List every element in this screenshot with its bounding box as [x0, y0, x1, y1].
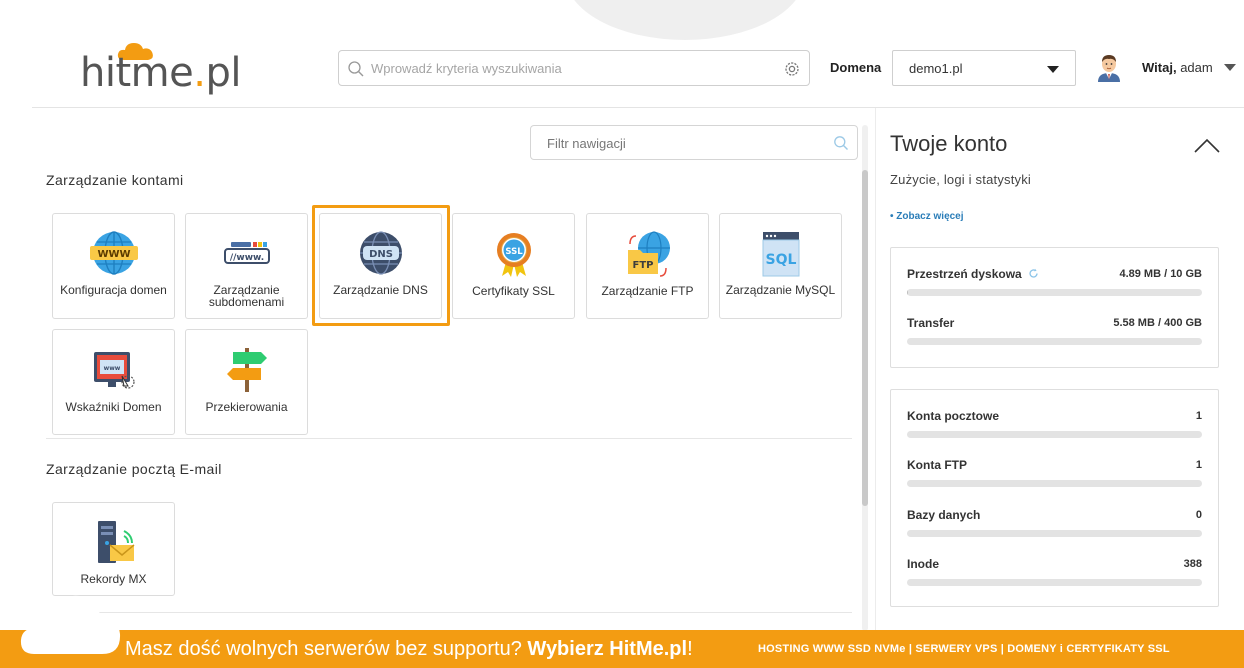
account-subtitle: Zużycie, logi i statystyki [890, 172, 1032, 187]
tile-label: Przekierowania [205, 400, 288, 414]
tile-label: Zarządzanie FTP [601, 284, 694, 298]
domain-pointer-icon: www [93, 352, 135, 389]
tile-label: Zarządzanie MySQL [725, 283, 836, 297]
account-title: Twoje konto [890, 131, 1008, 156]
stat-name-text: Przestrzeń dyskowa [907, 267, 1022, 281]
search-box [338, 50, 810, 86]
www-globe-icon: WWW [89, 231, 138, 275]
nav-filter [530, 125, 858, 160]
stat-value: 0 [1195, 509, 1202, 521]
stat-value: 1 [1195, 459, 1202, 471]
greeting-bold: Witaj, [1142, 60, 1177, 75]
tile-label: Wskaźniki Domen [65, 400, 162, 414]
panel-divider [875, 108, 876, 630]
stat-value: 5.58 MB / 400 GB [1113, 317, 1202, 329]
stat-name: Przestrzeń dyskowa [907, 267, 1039, 281]
see-more-link[interactable]: • Zobacz więcej [890, 211, 964, 222]
tile-mx-records[interactable]: Rekordy MX [52, 502, 175, 596]
section-divider [46, 612, 852, 613]
search-input[interactable] [371, 57, 771, 79]
subdomain-icon: //www. [223, 242, 270, 264]
domain-select[interactable]: demo1.pl [892, 50, 1076, 86]
stat-ftp-accounts: Konta FTP 1 [907, 458, 1202, 498]
progress-bar [907, 480, 1202, 487]
stat-name: Konta FTP [907, 458, 967, 472]
section-title-accounts: Zarządzanie kontami [46, 172, 184, 188]
logo-text: hitme.pl [80, 50, 241, 96]
section-divider [46, 438, 852, 439]
tile-label: Rekordy MX [80, 572, 147, 586]
progress-bar [907, 431, 1202, 438]
stat-disk-space: Przestrzeń dyskowa 4.89 MB / 10 GB [907, 267, 1202, 307]
progress-bar [907, 338, 1202, 345]
tile-ssl[interactable]: SSL Certyfikaty SSL [452, 213, 575, 319]
ftp-folder-icon: FTP [627, 231, 670, 277]
tile-domain-config[interactable]: WWW Konfiguracja domen [52, 213, 175, 319]
ssl-badge-icon: SSL [496, 233, 531, 277]
nav-filter-input[interactable] [547, 134, 817, 152]
progress-bar [907, 579, 1202, 586]
domain-select-value: demo1.pl [909, 61, 963, 76]
signpost-icon [226, 348, 267, 392]
tile-subdomains[interactable]: //www. Zarządzanie subdomenami [185, 213, 308, 319]
stat-name: Bazy danych [907, 508, 981, 522]
svg-text:FTP: FTP [632, 260, 653, 271]
selection-highlight [312, 205, 450, 326]
tile-label: Certyfikaty SSL [472, 284, 555, 298]
stat-name: Transfer [907, 316, 955, 330]
stat-name: Konta pocztowe [907, 409, 999, 423]
tile-redirects[interactable]: Przekierowania [185, 329, 308, 435]
tile-label: Zarządzanie subdomenami [208, 283, 285, 309]
promo-message[interactable]: Masz dość wolnych serwerów bez supportu?… [125, 638, 693, 661]
usage-card: Przestrzeń dyskowa 4.89 MB / 10 GB Trans… [890, 247, 1219, 368]
logo-tail: pl [205, 50, 241, 96]
svg-text://www.: //www. [229, 253, 263, 263]
header-divider [32, 107, 1244, 108]
promo-text: Masz dość wolnych serwerów bez supportu? [125, 638, 522, 660]
avatar[interactable] [1096, 52, 1122, 82]
refresh-icon[interactable] [1028, 268, 1039, 279]
header: hitme.pl Domena demo1.pl [0, 0, 1244, 108]
stat-inode: Inode 388 [907, 557, 1202, 597]
progress-bar [907, 289, 1202, 296]
svg-text:SSL: SSL [505, 247, 523, 257]
stat-mail-accounts: Konta pocztowe 1 [907, 409, 1202, 449]
promo-suffix: ! [687, 638, 693, 660]
stat-value: 388 [1183, 558, 1202, 570]
progress-bar [907, 530, 1202, 537]
domain-label: Domena [830, 60, 882, 75]
counts-card: Konta pocztowe 1 Konta FTP 1 Bazy danych… [890, 389, 1219, 607]
username: adam [1180, 60, 1213, 75]
stat-databases: Bazy danych 0 [907, 508, 1202, 548]
logo-main: hitme [80, 50, 194, 96]
search-icon [834, 136, 848, 150]
stat-value: 4.89 MB / 10 GB [1119, 268, 1202, 280]
user-menu-chevron-icon[interactable] [1224, 64, 1236, 71]
tile-domain-pointers[interactable]: www Wskaźniki Domen [52, 329, 175, 435]
gear-icon[interactable] [783, 60, 801, 78]
sql-database-icon: SQL [762, 232, 799, 277]
chevron-down-icon [1047, 66, 1059, 73]
search-icon [348, 61, 364, 77]
svg-text:WWW: WWW [97, 249, 130, 260]
cloud-icon [20, 595, 121, 654]
chevron-up-icon[interactable] [1194, 137, 1220, 153]
promo-links[interactable]: HOSTING WWW SSD NVMe | SERWERY VPS | DOM… [758, 643, 1170, 655]
tile-label: Konfiguracja domen [60, 283, 167, 297]
logo[interactable]: hitme.pl [80, 40, 241, 100]
tile-ftp[interactable]: FTP Zarządzanie FTP [586, 213, 709, 319]
scrollbar-thumb[interactable] [862, 170, 868, 506]
section-title-email: Zarządzanie pocztą E-mail [46, 461, 222, 477]
stat-value: 1 [1195, 410, 1202, 422]
tile-mysql[interactable]: SQL Zarządzanie MySQL [719, 213, 842, 319]
stat-name: Inode [907, 557, 939, 571]
svg-text:www: www [103, 365, 120, 372]
stat-transfer: Transfer 5.58 MB / 400 GB [907, 316, 1202, 356]
mx-record-icon [97, 521, 134, 563]
promo-brand: Wybierz HitMe.pl [527, 638, 688, 660]
logo-dot: . [193, 50, 206, 96]
svg-text:SQL: SQL [765, 252, 796, 268]
user-greeting[interactable]: Witaj, adam [1142, 60, 1213, 75]
